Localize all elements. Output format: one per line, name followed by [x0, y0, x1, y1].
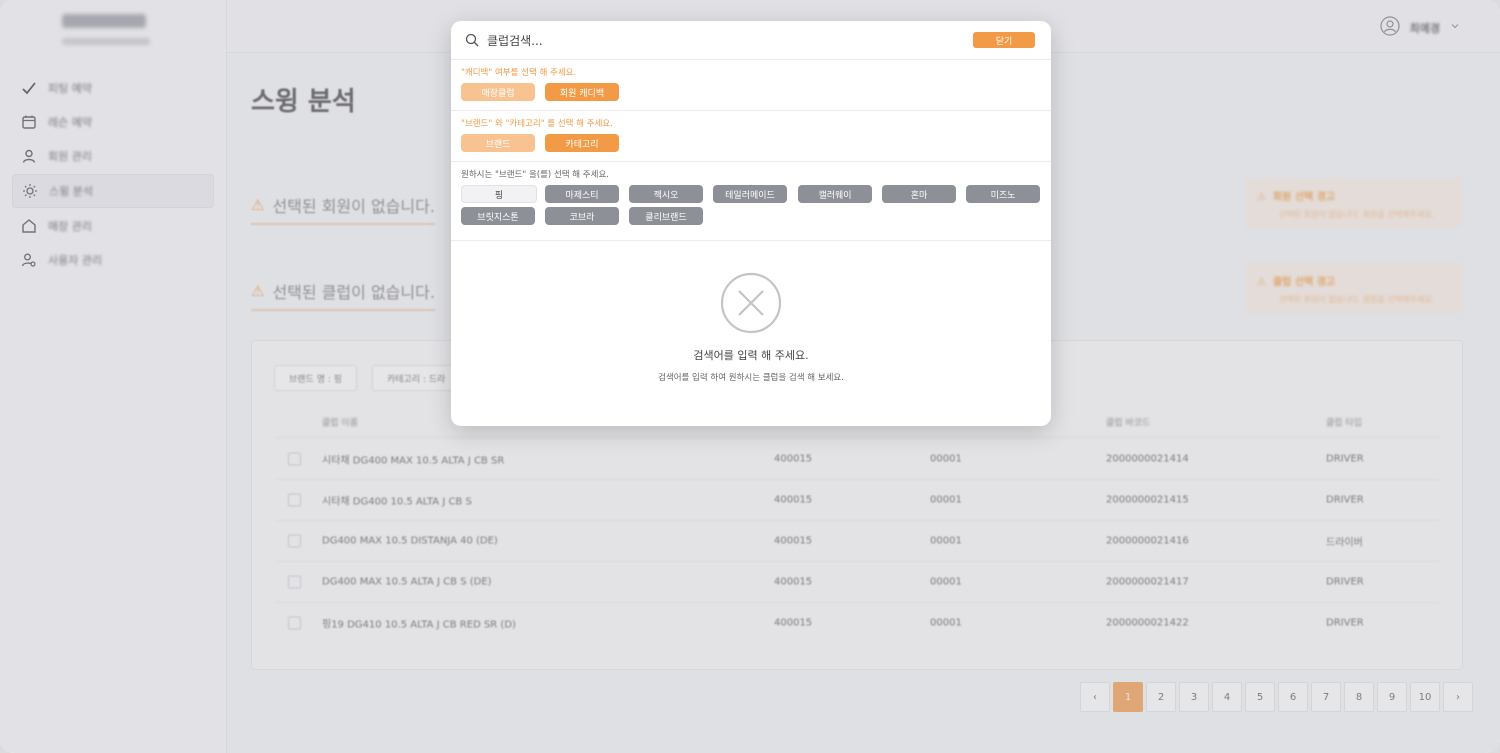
- caddie-prompt: "캐디백" 여부를 선택 해 주세요.: [461, 68, 577, 78]
- brand-button-taylormade[interactable]: 테일러메이드: [713, 185, 787, 203]
- brand-button-cobra[interactable]: 코브라: [545, 207, 619, 225]
- empty-description: 검색어를 입력 하여 원하시는 클럽을 검색 해 보세요.: [658, 373, 844, 383]
- empty-state: 검색어를 입력 해 주세요. 검색어를 입력 하여 원하시는 클럽을 검색 해 …: [451, 271, 1051, 383]
- member-caddie-button[interactable]: 회원 캐디백: [545, 83, 619, 101]
- caddie-section: "캐디백" 여부를 선택 해 주세요. 매장클럽 회원 캐디백: [451, 60, 1051, 111]
- close-circle-icon: [719, 272, 783, 339]
- brand-section: 원하시는 "브랜드" 을(를) 선택 해 주세요. 핑 마제스티 젝시오 테일러…: [451, 162, 1051, 241]
- brand-button-majesty[interactable]: 마제스티: [545, 185, 619, 203]
- brand-button-xxio[interactable]: 젝시오: [629, 185, 703, 203]
- brand-button-ping[interactable]: 핑: [461, 185, 537, 203]
- mode-prompt: "브랜드" 와 "카테고리" 를 선택 해 주세요.: [461, 119, 613, 129]
- brand-button-cleveland[interactable]: 클리브랜드: [629, 207, 703, 225]
- brand-button-bridgestone[interactable]: 브릿지스톤: [461, 207, 535, 225]
- club-search-input[interactable]: [485, 30, 909, 52]
- brand-prompt: 원하시는 "브랜드" 을(를) 선택 해 주세요.: [461, 170, 609, 180]
- brand-button-mizuno[interactable]: 미즈노: [966, 185, 1040, 203]
- search-icon: [465, 32, 479, 51]
- brand-button-honma[interactable]: 혼마: [882, 185, 956, 203]
- empty-title: 검색어를 입력 해 주세요.: [693, 349, 809, 362]
- brand-button-callaway[interactable]: 캘러웨이: [798, 185, 872, 203]
- app-window: 피팅 예약 레슨 예약 회원 관리 스윙 분석 매장 관리 사용자 관리 최예경…: [0, 0, 1500, 753]
- mode-section: "브랜드" 와 "카테고리" 를 선택 해 주세요. 브랜드 카테고리: [451, 111, 1051, 162]
- store-club-button[interactable]: 매장클럽: [461, 83, 535, 101]
- close-button[interactable]: 닫기: [973, 32, 1035, 48]
- brand-mode-button[interactable]: 브랜드: [461, 134, 535, 152]
- modal-search-bar: 닫기: [451, 21, 1051, 60]
- club-search-modal: 닫기 "캐디백" 여부를 선택 해 주세요. 매장클럽 회원 캐디백 "브랜드"…: [451, 21, 1051, 426]
- category-mode-button[interactable]: 카테고리: [545, 134, 619, 152]
